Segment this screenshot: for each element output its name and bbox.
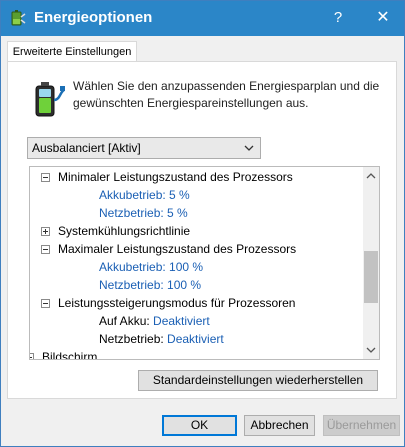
setting-label: Auf Akku: xyxy=(99,314,150,328)
setting-boost-battery: Auf Akku: Deaktiviert xyxy=(99,312,210,330)
setting-min-battery[interactable]: Akkubetrieb: 5 % xyxy=(99,186,190,204)
collapse-icon[interactable] xyxy=(41,173,50,182)
help-button[interactable]: ? xyxy=(324,7,352,29)
window-title: Energieoptionen xyxy=(34,9,153,26)
power-plan-select[interactable]: Ausbalanciert [Aktiv] xyxy=(27,137,261,159)
apply-button[interactable]: Übernehmen xyxy=(323,415,400,436)
setting-value-link[interactable]: Deaktiviert xyxy=(153,314,210,328)
intro-line-2: gewünschten Energiespareinstellungen aus… xyxy=(73,96,309,110)
setting-label: Netzbetrieb: xyxy=(99,332,164,346)
chevron-down-icon xyxy=(244,145,254,151)
setting-min-ac[interactable]: Netzbetrieb: 5 % xyxy=(99,204,188,222)
cancel-button[interactable]: Abbrechen xyxy=(244,415,315,436)
scroll-up-icon[interactable] xyxy=(366,172,376,180)
power-plan-value: Ausbalanciert [Aktiv] xyxy=(32,141,141,155)
ok-button[interactable]: OK xyxy=(162,415,237,436)
battery-plug-icon xyxy=(11,10,26,26)
setting-max-ac[interactable]: Netzbetrieb: 100 % xyxy=(99,276,201,294)
scrollbar-thumb[interactable] xyxy=(364,251,378,303)
tree-item-label: Systemkühlungsrichtlinie xyxy=(58,224,191,238)
tree-item-label: Minimaler Leistungszustand des Prozessor… xyxy=(58,170,293,184)
restore-defaults-button[interactable]: Standardeinstellungen wiederherstellen xyxy=(138,370,378,391)
expand-icon[interactable] xyxy=(41,227,50,236)
close-button[interactable]: ✕ xyxy=(369,7,397,29)
tree-item-label: Bildschirm xyxy=(42,350,98,360)
collapse-icon[interactable] xyxy=(41,299,50,308)
expand-icon[interactable] xyxy=(30,353,34,359)
tab-advanced-settings[interactable]: Erweiterte Einstellungen xyxy=(7,41,137,62)
collapse-icon[interactable] xyxy=(41,245,50,254)
energy-options-dialog: Energieoptionen ? ✕ Erweiterte Einstellu… xyxy=(0,0,405,447)
tree-item-label: Maximaler Leistungszustand des Prozessor… xyxy=(58,242,297,256)
tree-scrollbar[interactable] xyxy=(363,167,379,359)
setting-value-link[interactable]: Deaktiviert xyxy=(167,332,224,346)
battery-plug-icon xyxy=(35,82,65,117)
settings-tree[interactable]: Minimaler Leistungszustand des Prozessor… xyxy=(29,166,380,360)
tree-item-label: Leistungssteigerungsmodus für Prozessore… xyxy=(58,296,296,310)
title-bar[interactable]: Energieoptionen ? ✕ xyxy=(1,1,404,36)
scroll-down-icon[interactable] xyxy=(366,346,376,354)
setting-boost-ac: Netzbetrieb: Deaktiviert xyxy=(99,330,224,348)
intro-line-1: Wählen Sie den anzupassenden Energiespar… xyxy=(73,79,380,93)
intro-description: Wählen Sie den anzupassenden Energiespar… xyxy=(73,78,393,112)
settings-panel: Wählen Sie den anzupassenden Energiespar… xyxy=(7,61,397,399)
setting-max-battery[interactable]: Akkubetrieb: 100 % xyxy=(99,258,203,276)
